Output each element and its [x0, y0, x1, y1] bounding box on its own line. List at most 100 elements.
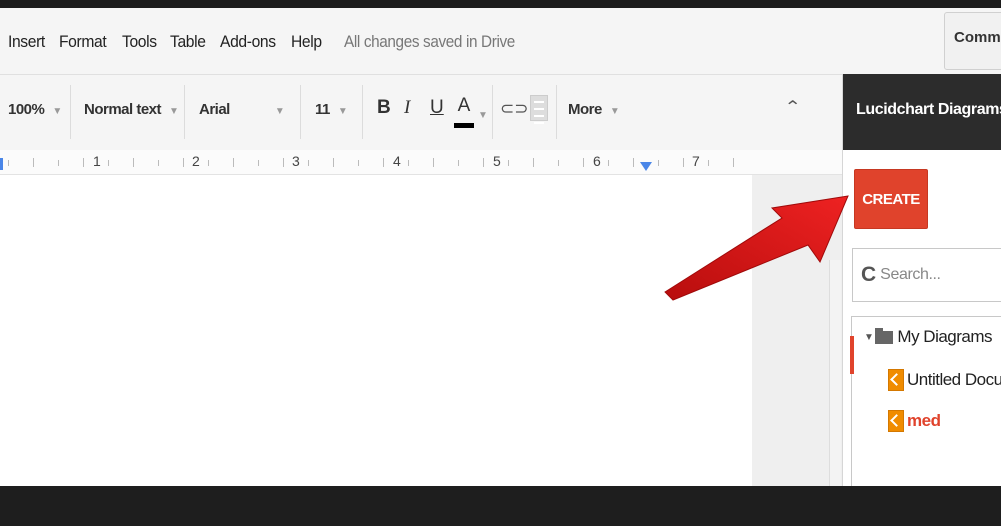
ruler-tick	[633, 158, 634, 167]
ruler-number: 1	[93, 153, 101, 169]
ruler-tick	[33, 158, 34, 167]
ruler-number: 5	[493, 153, 501, 169]
ruler-tick	[83, 158, 84, 167]
selected-item-indicator	[850, 336, 854, 374]
toolbar-divider	[300, 85, 301, 139]
folder-label: My Diagrams	[897, 327, 993, 346]
tree-item-label: Untitled Docum	[907, 370, 1001, 389]
chevron-down-icon: ▼	[274, 106, 285, 117]
ruler-tick	[483, 158, 484, 167]
bottom-dark-strip	[0, 486, 1001, 526]
ruler-tick	[8, 160, 9, 166]
ruler-tick	[733, 158, 734, 167]
menu-table[interactable]: Table	[170, 32, 206, 52]
ruler-tick	[683, 158, 684, 167]
ruler-number: 4	[393, 153, 401, 169]
ruler-tick	[433, 158, 434, 167]
comments-button[interactable]: Commen	[944, 12, 1001, 70]
menu-format[interactable]: Format	[59, 32, 107, 52]
toolbar-divider	[184, 85, 185, 139]
text-color-swatch	[454, 123, 474, 128]
lucidchart-doc-icon	[888, 410, 904, 432]
more-label: More	[568, 101, 602, 118]
toolbar-divider	[362, 85, 363, 139]
create-button[interactable]: CREATE	[854, 169, 928, 229]
search-input[interactable]	[880, 266, 1001, 284]
window-top-strip	[0, 0, 1001, 8]
font-value: Arial	[199, 101, 230, 118]
menu-tools[interactable]: Tools	[122, 32, 157, 52]
chevron-down-icon: ▼	[337, 106, 348, 117]
caret-down-icon[interactable]: ▼	[864, 332, 874, 343]
ruler-tick	[408, 160, 409, 166]
text-color-button[interactable]: A	[454, 95, 474, 128]
menu-help[interactable]: Help	[291, 32, 322, 52]
comment-icon[interactable]	[530, 95, 548, 124]
chevron-down-icon: ▼	[52, 106, 62, 117]
more-button[interactable]: More ▼	[568, 101, 620, 118]
style-select[interactable]: Normal text ▼	[84, 101, 179, 118]
toolbar: 100% ▼ Normal text ▼ Arial ▼ 11 ▼ B I U A ▼ …	[0, 74, 842, 150]
toolbar-divider	[556, 85, 557, 139]
ruler-tick	[133, 158, 134, 167]
tree-item-med[interactable]: med	[888, 410, 941, 432]
tree-folder-my-diagrams[interactable]: ▼ My Diagrams	[864, 327, 993, 347]
toolbar-divider	[70, 85, 71, 139]
ruler-tick	[333, 158, 334, 167]
lucidchart-doc-icon	[888, 369, 904, 391]
font-size-value: 11	[315, 101, 330, 118]
refresh-icon[interactable]: C	[861, 263, 876, 287]
menu-insert[interactable]: Insert	[8, 32, 45, 52]
ruler-tick	[558, 160, 559, 166]
left-margin-marker[interactable]	[0, 158, 3, 170]
ruler-tick	[283, 158, 284, 167]
italic-button[interactable]: I	[404, 97, 410, 119]
tree-item-label: med	[907, 411, 941, 430]
save-status: All changes saved in Drive	[343, 32, 515, 51]
collapse-toolbar-icon[interactable]: ⌃	[784, 97, 801, 117]
folder-icon	[875, 327, 894, 344]
ruler-tick	[533, 158, 534, 167]
lucidchart-sidebar: Lucidchart Diagrams CREATE C ▼ My Diagra…	[842, 74, 1001, 494]
sidebar-title: Lucidchart Diagrams	[843, 74, 1001, 150]
tree-item-untitled[interactable]: Untitled Docum	[888, 369, 1001, 391]
ruler-tick	[258, 160, 259, 166]
ruler-tick	[208, 160, 209, 166]
menu-items: Insert Format Tools Table Add-ons Help A…	[8, 32, 534, 52]
underline-button[interactable]: U	[430, 97, 444, 119]
ruler-tick	[658, 160, 659, 166]
ruler-tick	[608, 160, 609, 166]
ruler-tick	[383, 158, 384, 167]
ruler-number: 7	[692, 153, 700, 169]
chevron-down-icon: ▼	[169, 106, 179, 117]
zoom-value: 100%	[8, 101, 45, 118]
ruler-number: 6	[593, 153, 601, 169]
menu-add-ons[interactable]: Add-ons	[220, 32, 276, 52]
chevron-down-icon: ▼	[609, 106, 620, 117]
chevron-down-icon[interactable]: ▼	[478, 105, 488, 122]
ruler: 1 2 3 4 5 6 7	[0, 150, 842, 175]
menu-bar: Insert Format Tools Table Add-ons Help A…	[0, 8, 1001, 74]
font-select[interactable]: Arial ▼	[199, 101, 285, 118]
toolbar-divider	[492, 85, 493, 139]
ruler-tick	[308, 160, 309, 166]
vertical-scrollbar[interactable]	[829, 260, 841, 486]
zoom-select[interactable]: 100% ▼	[8, 101, 62, 118]
search-box: C	[852, 248, 1001, 302]
font-size-select[interactable]: 11 ▼	[315, 101, 348, 118]
ruler-number: 3	[292, 153, 300, 169]
ruler-tick	[183, 158, 184, 167]
ruler-tick	[458, 160, 459, 166]
ruler-tick	[233, 158, 234, 167]
ruler-tick	[583, 158, 584, 167]
link-icon[interactable]: ⊂⊃	[500, 99, 529, 119]
ruler-tick	[358, 160, 359, 166]
document-area	[0, 175, 842, 486]
ruler-tick	[708, 160, 709, 166]
indent-marker[interactable]	[640, 162, 652, 171]
document-page[interactable]	[0, 175, 752, 486]
bold-button[interactable]: B	[377, 97, 391, 119]
ruler-tick	[508, 160, 509, 166]
ruler-tick	[108, 160, 109, 166]
ruler-tick	[158, 160, 159, 166]
